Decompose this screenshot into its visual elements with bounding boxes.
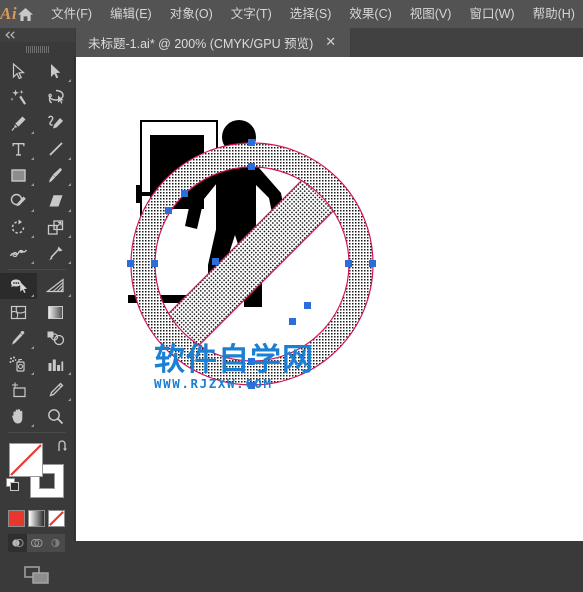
slice-tool[interactable] <box>37 377 74 403</box>
tool-flyout-indicator <box>68 294 71 297</box>
none-mode-button[interactable] <box>48 510 65 527</box>
shape-builder-tool[interactable] <box>0 273 37 299</box>
screen-mode-icon <box>24 566 49 584</box>
draw-inside-button[interactable] <box>46 534 65 552</box>
menu-help[interactable]: 帮助(H) <box>524 0 583 28</box>
scale-tool[interactable] <box>37 214 74 240</box>
tool-flyout-indicator <box>68 235 71 238</box>
document-tab-bar: 未标题-1.ai* @ 200% (CMYK/GPU 预览) ✕ <box>76 28 583 58</box>
tool-flyout-indicator <box>31 261 34 264</box>
symbol-sprayer-tool[interactable] <box>0 351 37 377</box>
double-chevron-left-icon <box>5 31 15 39</box>
blend-tool[interactable] <box>37 325 74 351</box>
zoom-tool[interactable] <box>37 403 74 429</box>
eraser-tool[interactable] <box>37 188 74 214</box>
artboard-tool[interactable] <box>0 377 37 403</box>
tool-flyout-indicator <box>68 183 71 186</box>
none-slash-icon <box>10 444 42 476</box>
perspective-grid-tool[interactable] <box>37 273 74 299</box>
tool-flyout-indicator <box>68 157 71 160</box>
line-segment-tool[interactable] <box>37 136 74 162</box>
tool-grid <box>0 56 74 436</box>
tool-flyout-indicator <box>68 372 71 375</box>
tool-flyout-indicator <box>68 398 71 401</box>
menu-window[interactable]: 窗口(W) <box>460 0 523 28</box>
menu-select[interactable]: 选择(S) <box>281 0 341 28</box>
width-tool[interactable] <box>0 240 37 266</box>
paintbrush-tool[interactable] <box>37 162 74 188</box>
magic-wand-tool[interactable] <box>0 84 37 110</box>
tool-flyout-indicator <box>31 294 34 297</box>
menu-file[interactable]: 文件(F) <box>42 0 101 28</box>
tool-flyout-indicator <box>31 372 34 375</box>
mesh-tool[interactable] <box>0 299 37 325</box>
document-tab-title: 未标题-1.ai* @ 200% (CMYK/GPU 预览) <box>88 37 314 51</box>
tool-flyout-indicator <box>68 79 71 82</box>
document-tab[interactable]: 未标题-1.ai* @ 200% (CMYK/GPU 预览) ✕ <box>76 28 350 57</box>
tool-flyout-indicator <box>68 261 71 264</box>
fill-swatch[interactable] <box>9 443 43 477</box>
free-transform-tool[interactable] <box>37 240 74 266</box>
canvas-area[interactable]: 软件自学网 WWW.RJZXW.COM <box>76 57 583 541</box>
tool-flyout-indicator <box>31 131 34 134</box>
eyedropper-tool[interactable] <box>0 325 37 351</box>
pen-tool[interactable] <box>0 110 37 136</box>
gradient-tool[interactable] <box>37 299 74 325</box>
no-entry-sign-artwork[interactable] <box>76 57 583 541</box>
illustrator-window: Ai 文件(F) 编辑(E) 对象(O) 文字(T) 选择(S) 效果(C) 视… <box>0 0 583 584</box>
menu-edit[interactable]: 编辑(E) <box>101 0 161 28</box>
home-icon[interactable] <box>17 0 34 28</box>
gradient-mode-button[interactable] <box>28 510 45 527</box>
direct-selection-tool[interactable] <box>37 58 74 84</box>
none-slash-icon <box>49 511 64 526</box>
draw-mode-row <box>0 527 74 552</box>
rotate-tool[interactable] <box>0 214 37 240</box>
menu-bar: Ai 文件(F) 编辑(E) 对象(O) 文字(T) 选择(S) 效果(C) 视… <box>0 0 583 28</box>
menu-object[interactable]: 对象(O) <box>161 0 222 28</box>
color-mode-row <box>0 506 74 527</box>
grip-dots-icon <box>26 45 49 53</box>
menu-items: 文件(F) 编辑(E) 对象(O) 文字(T) 选择(S) 效果(C) 视图(V… <box>42 0 583 28</box>
tool-flyout-indicator <box>31 235 34 238</box>
swap-fill-stroke-icon[interactable] <box>56 440 69 453</box>
change-screen-mode-button[interactable] <box>0 552 74 592</box>
hand-tool[interactable] <box>0 403 37 429</box>
tool-flyout-indicator <box>31 346 34 349</box>
curvature-tool[interactable] <box>37 110 74 136</box>
fill-stroke-control <box>0 440 74 506</box>
toolbar-drag-handle[interactable] <box>0 42 75 56</box>
default-fill-stroke-icon[interactable] <box>6 478 20 492</box>
close-icon[interactable]: ✕ <box>325 36 336 49</box>
tool-flyout-indicator <box>31 157 34 160</box>
menu-effect[interactable]: 效果(C) <box>340 0 400 28</box>
menu-type[interactable]: 文字(T) <box>222 0 281 28</box>
draw-normal-button[interactable] <box>8 534 27 552</box>
selection-tool[interactable] <box>0 58 37 84</box>
tool-flyout-indicator <box>68 209 71 212</box>
app-logo: Ai <box>0 4 18 23</box>
prohibition-ring <box>76 57 583 541</box>
draw-behind-button[interactable] <box>27 534 46 552</box>
tool-divider <box>0 266 74 273</box>
tool-flyout-indicator <box>31 424 34 427</box>
menu-view[interactable]: 视图(V) <box>401 0 461 28</box>
lasso-tool[interactable] <box>37 84 74 110</box>
tool-divider <box>0 429 74 436</box>
rectangle-tool[interactable] <box>0 162 37 188</box>
type-tool[interactable] <box>0 136 37 162</box>
color-mode-button[interactable] <box>8 510 25 527</box>
shaper-tool[interactable] <box>0 188 37 214</box>
tool-flyout-indicator <box>31 183 34 186</box>
column-graph-tool[interactable] <box>37 351 74 377</box>
tools-panel <box>0 56 75 584</box>
tool-flyout-indicator <box>31 209 34 212</box>
panel-collapse-bar[interactable] <box>0 28 75 42</box>
